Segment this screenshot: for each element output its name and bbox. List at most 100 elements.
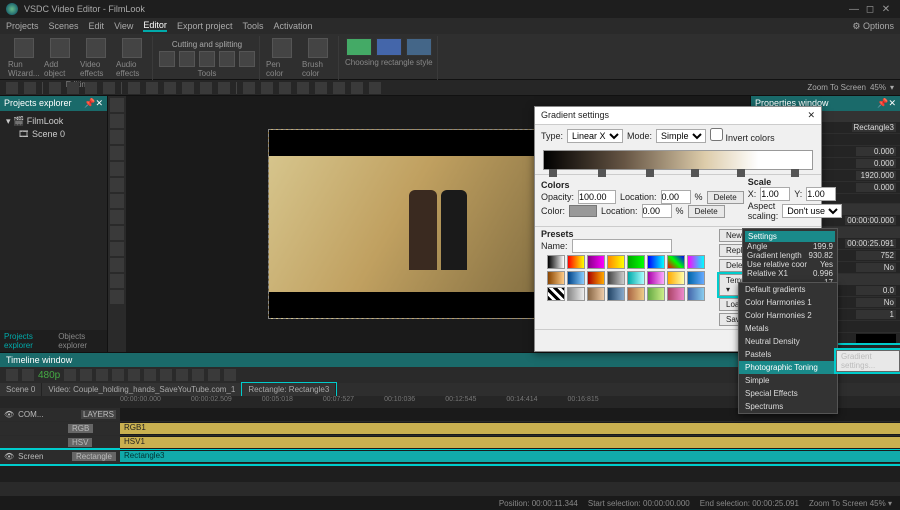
- preview-res[interactable]: 480p: [38, 370, 60, 381]
- tb-icon[interactable]: [85, 82, 97, 94]
- brush-color-button[interactable]: Brush color: [302, 38, 334, 78]
- vtool-icon[interactable]: [110, 210, 124, 224]
- tb-icon[interactable]: [297, 82, 309, 94]
- preset-swatch[interactable]: [587, 255, 605, 269]
- project-tree[interactable]: ▾ 🎬 FilmLook 🎞 Scene 0: [0, 111, 107, 145]
- panel-pin-icon[interactable]: 📌✕: [877, 98, 896, 109]
- type-select[interactable]: Linear X: [567, 129, 623, 143]
- dd-item[interactable]: Metals: [739, 322, 837, 335]
- preset-swatch[interactable]: [567, 271, 585, 285]
- tb-icon[interactable]: [351, 82, 363, 94]
- color-swatch[interactable]: [569, 205, 597, 217]
- panel-pin-icon[interactable]: 📌✕: [84, 98, 103, 109]
- dd-item[interactable]: Color Harmonies 2: [739, 309, 837, 322]
- preset-swatch[interactable]: [587, 287, 605, 301]
- menu-editor[interactable]: Editor: [143, 20, 167, 32]
- delete-stop-button[interactable]: Delete: [707, 191, 744, 204]
- preset-swatch[interactable]: [627, 271, 645, 285]
- dd-item[interactable]: Special Effects: [739, 387, 837, 400]
- tool-icon[interactable]: [219, 51, 235, 67]
- invert-checkbox[interactable]: Invert colors: [710, 128, 775, 143]
- tl-icon[interactable]: [192, 369, 204, 381]
- minimize-button[interactable]: —: [846, 4, 862, 15]
- preset-swatch[interactable]: [587, 271, 605, 285]
- tl-tab-rect[interactable]: Rectangle: Rectangle3: [242, 383, 336, 396]
- menu-view[interactable]: View: [114, 21, 133, 31]
- preset-swatch[interactable]: [567, 287, 585, 301]
- track-screen[interactable]: 👁ScreenRectangle Rectangle3: [0, 450, 900, 464]
- preset-swatch[interactable]: [627, 255, 645, 269]
- tb-icon[interactable]: [315, 82, 327, 94]
- menu-projects[interactable]: Projects: [6, 21, 39, 31]
- preset-swatch[interactable]: [547, 255, 565, 269]
- tl-icon[interactable]: [96, 369, 108, 381]
- vtool-icon[interactable]: [110, 194, 124, 208]
- tb-icon[interactable]: [49, 82, 61, 94]
- tl-icon[interactable]: [208, 369, 220, 381]
- tab-projects-explorer[interactable]: Projects explorer: [4, 332, 50, 350]
- dd-item[interactable]: Default gradients: [739, 283, 837, 296]
- preset-name-input[interactable]: [572, 239, 672, 253]
- tb-icon[interactable]: [369, 82, 381, 94]
- tb-icon[interactable]: [146, 82, 158, 94]
- maximize-button[interactable]: ◻: [862, 4, 878, 15]
- play-icon[interactable]: [6, 369, 18, 381]
- tree-scene[interactable]: 🎞 Scene 0: [6, 128, 101, 141]
- tb-icon[interactable]: [333, 82, 345, 94]
- preset-swatch[interactable]: [667, 287, 685, 301]
- tl-icon[interactable]: [176, 369, 188, 381]
- pen-color-button[interactable]: Pen color: [266, 38, 298, 78]
- rect-style-1[interactable]: [346, 38, 372, 56]
- preset-swatch[interactable]: [647, 287, 665, 301]
- clip-hsv[interactable]: HSV1: [120, 437, 900, 448]
- vtool-icon[interactable]: [110, 98, 124, 112]
- vtool-icon[interactable]: [110, 290, 124, 304]
- tb-icon[interactable]: [182, 82, 194, 94]
- dd-item[interactable]: Spectrums: [739, 400, 837, 413]
- audio-effects-button[interactable]: Audio effects: [116, 38, 148, 78]
- preset-swatch[interactable]: [627, 287, 645, 301]
- gradient-settings-button[interactable]: Gradient settings...: [836, 350, 900, 372]
- dialog-close-icon[interactable]: ✕: [807, 110, 815, 121]
- tl-icon[interactable]: [22, 369, 34, 381]
- video-effects-button[interactable]: Video effects: [80, 38, 112, 78]
- delete-color-button[interactable]: Delete: [688, 205, 725, 218]
- vtool-icon[interactable]: [110, 178, 124, 192]
- tool-icon[interactable]: [199, 51, 215, 67]
- tb-icon[interactable]: [103, 82, 115, 94]
- vtool-icon[interactable]: [110, 146, 124, 160]
- tool-icon[interactable]: [179, 51, 195, 67]
- preset-swatch[interactable]: [647, 271, 665, 285]
- preset-swatch[interactable]: [607, 255, 625, 269]
- tb-icon[interactable]: [261, 82, 273, 94]
- tb-icon[interactable]: [218, 82, 230, 94]
- aspect-select[interactable]: Don't use: [782, 204, 842, 218]
- add-object-button[interactable]: Add object: [44, 38, 76, 78]
- menu-scenes[interactable]: Scenes: [49, 21, 79, 31]
- location-input[interactable]: [661, 190, 691, 204]
- dd-item[interactable]: Neutral Density: [739, 335, 837, 348]
- scale-y-input[interactable]: [806, 187, 836, 201]
- tl-icon[interactable]: [80, 369, 92, 381]
- dd-item[interactable]: Color Harmonies 1: [739, 296, 837, 309]
- vtool-icon[interactable]: [110, 258, 124, 272]
- dd-item[interactable]: Simple: [739, 374, 837, 387]
- vtool-icon[interactable]: [110, 114, 124, 128]
- rect-style-2[interactable]: [376, 38, 402, 56]
- vtool-icon[interactable]: [110, 274, 124, 288]
- track-rgb[interactable]: RGB RGB1: [0, 422, 900, 436]
- vtool-icon[interactable]: [110, 162, 124, 176]
- dd-item-selected[interactable]: Photographic Toning: [739, 361, 837, 374]
- tool-icon[interactable]: [239, 51, 255, 67]
- zoom-label[interactable]: Zoom To Screen: [807, 83, 866, 92]
- tab-objects-explorer[interactable]: Objects explorer: [58, 332, 103, 350]
- opacity-input[interactable]: [578, 190, 616, 204]
- close-button[interactable]: ✕: [878, 4, 894, 15]
- dd-item[interactable]: Pastels: [739, 348, 837, 361]
- preset-swatch[interactable]: [567, 255, 585, 269]
- preset-swatch[interactable]: [607, 287, 625, 301]
- tb-icon[interactable]: [279, 82, 291, 94]
- tb-icon[interactable]: [6, 82, 18, 94]
- tl-tab-scene[interactable]: Scene 0: [0, 383, 42, 396]
- preset-swatch[interactable]: [547, 287, 565, 301]
